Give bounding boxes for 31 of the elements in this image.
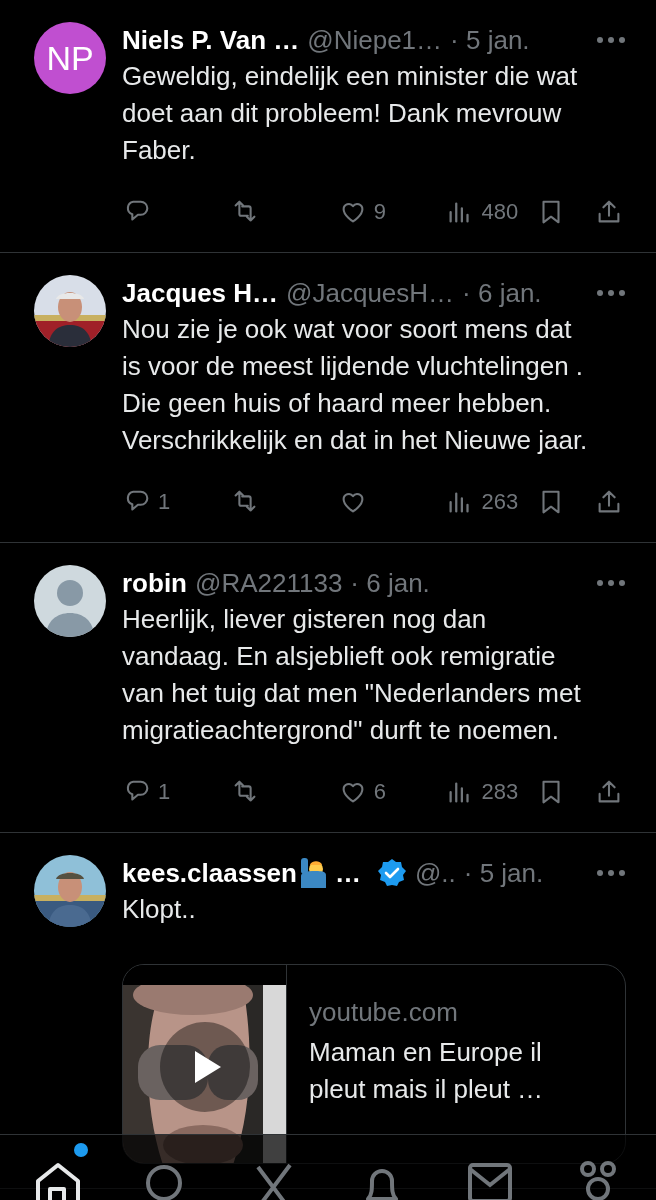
user-handle[interactable]: @RA221133 [195, 563, 343, 603]
user-handle[interactable]: @.. [414, 853, 456, 893]
tweet-text: Geweldig, eindelijk een minister die wat doet aan dit probleem! Dank mevrouw Faber. [122, 60, 579, 167]
user-name[interactable]: robin [122, 563, 187, 603]
tweet-text: Klopt.. [122, 893, 197, 926]
count: 1 [158, 488, 171, 516]
more-icon[interactable] [596, 35, 626, 45]
count: 9 [373, 198, 386, 226]
user-name-ellipsis: … [334, 856, 361, 890]
tweet-text: Nou zie je ook wat voor soort mens dat is voor de meest lijdende vluchtelingen . Die geen huis of haard meer hebben. Verschrikkelijk en dat in het Nieuwe jaar. [122, 313, 589, 457]
count: 283 [481, 778, 519, 806]
count: 6 [373, 778, 386, 806]
count: 263 [481, 488, 519, 516]
timestamp[interactable]: · 5 jan. [450, 20, 530, 60]
user-handle[interactable]: @JacquesH… [286, 273, 455, 313]
timestamp[interactable]: · 6 jan. [462, 273, 542, 313]
count: 480 [481, 198, 519, 226]
more-icon[interactable] [596, 578, 626, 588]
user-name[interactable]: Niels P. Van … [122, 20, 300, 60]
avatar[interactable]: NP [34, 22, 106, 94]
timestamp[interactable]: · 6 jan. [350, 563, 430, 603]
link-domain: youtube.com [309, 996, 459, 1029]
user-name[interactable]: kees.claassen [122, 853, 297, 893]
user-name[interactable]: Jacques H… [122, 273, 279, 313]
count: 1 [158, 778, 171, 806]
link-title: Maman en Europe il pleut mais il pleut … [309, 1036, 545, 1106]
more-icon[interactable] [596, 868, 626, 878]
user-handle[interactable]: @Niepe1… [307, 20, 443, 60]
timestamp[interactable]: · 5 jan. [463, 853, 544, 893]
tweet-text: Heerlijk, liever gisteren nog dan vandaag. En alsjeblieft ook remigratie van het tuig dat men "Nederlanders met migratieachtergrond" durft te noemen. [122, 603, 582, 747]
more-icon[interactable] [596, 288, 626, 298]
